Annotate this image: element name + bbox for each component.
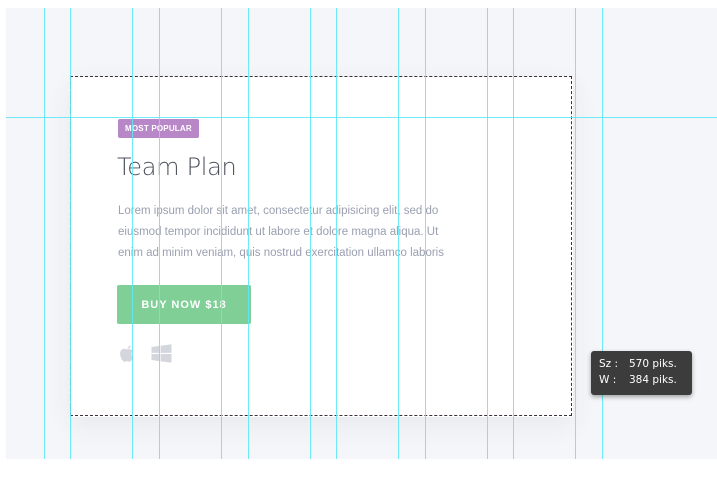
measurement-tooltip: Sz : 570 piks. W : 384 piks. (591, 351, 692, 395)
width-readout: Sz : 570 piks. (599, 358, 677, 370)
selection-marquee (70, 76, 572, 416)
selection-marquee-edge (70, 76, 71, 416)
width-label: Sz : (599, 358, 619, 370)
width-value: 570 piks. (629, 358, 677, 370)
height-value: 384 piks. (629, 374, 677, 386)
height-label: W : (599, 374, 617, 386)
height-readout: W : 384 piks. (599, 374, 677, 386)
